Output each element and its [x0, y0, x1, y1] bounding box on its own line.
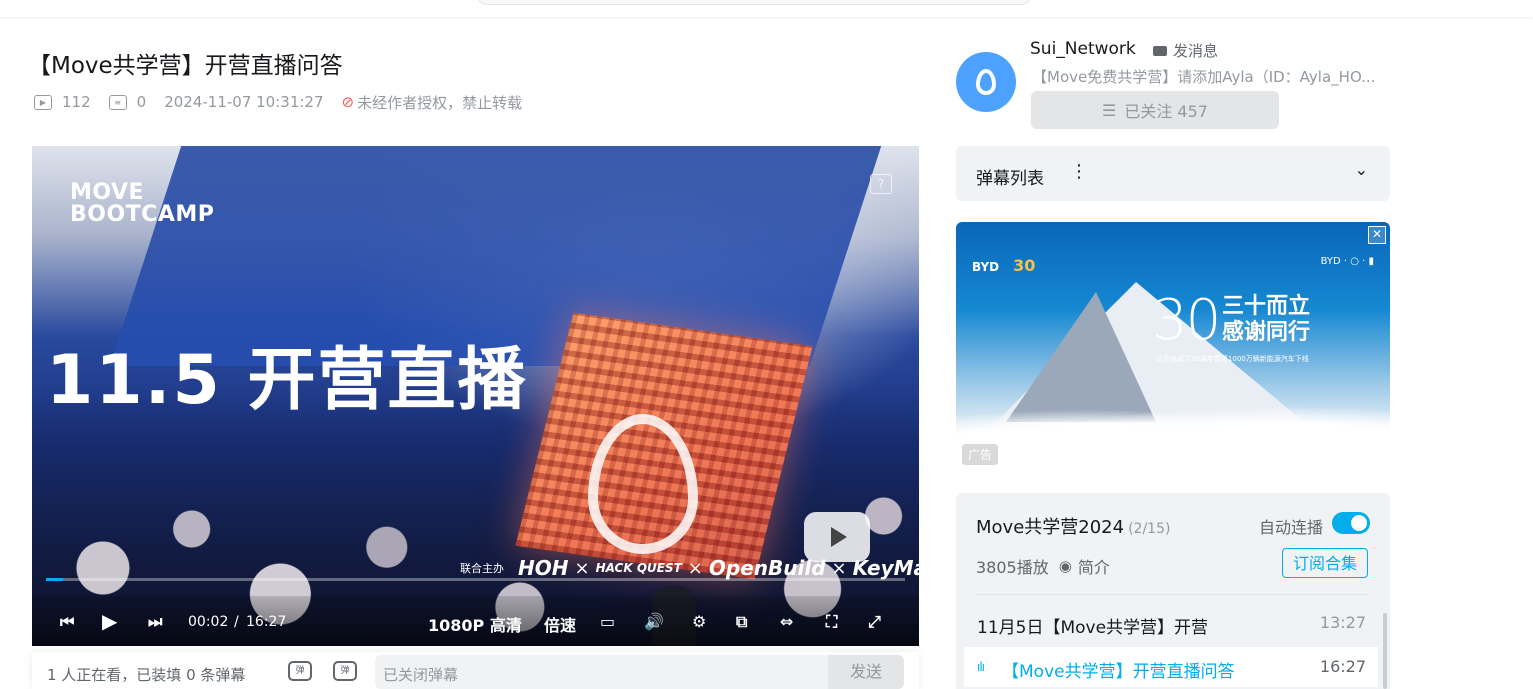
uploader-description: 【Move免费共学营】请添加Ayla（ID：Ayla_HO...: [1032, 68, 1376, 86]
uploader-avatar[interactable]: [956, 52, 1016, 112]
forbidden-icon: ⊘: [341, 93, 355, 111]
autoplay-label: 自动连播: [1259, 518, 1324, 537]
danmaku-list-panel[interactable]: 弹幕列表 ⋮ ⌄: [956, 146, 1390, 201]
next-icon[interactable]: ⏭: [148, 612, 162, 632]
search-bar[interactable]: [478, 0, 1030, 5]
video-headline: 11.5 开营直播: [46, 341, 528, 420]
speed-button[interactable]: 倍速: [544, 612, 576, 636]
ad-partner-logos: BYD · ○ · ▮: [1320, 256, 1374, 267]
pip-icon[interactable]: ⧉: [736, 612, 747, 632]
menu-lines-icon: ☰: [1102, 100, 1117, 120]
progress-fill: [46, 578, 64, 581]
playlist-scrollbar[interactable]: [1383, 613, 1387, 689]
time-current: 00:02: [188, 614, 229, 630]
sui-drop-icon: [976, 69, 996, 95]
quality-button[interactable]: 1080P 高清: [428, 612, 522, 636]
volume-icon[interactable]: 🔊: [644, 612, 664, 631]
player-controls: ⏮ ▶ ⏭ 00:02 / 16:27 1080P 高清 倍速 ▭ 🔊 ⚙ ⧉ …: [32, 596, 919, 646]
play-button[interactable]: ▶: [102, 609, 117, 633]
collection-panel: Move共学营2024 (2/15) 自动连播 3805播放 ◉ 简介 订阅合集 …: [956, 493, 1390, 689]
video-player[interactable]: MOVE BOOTCAMP 11.5 开营直播 ? 联合主办 HOH × HAC…: [32, 146, 919, 646]
play-count-icon: ▶: [34, 94, 52, 110]
now-playing-icon: ılı: [977, 660, 985, 674]
danmaku-count: 0: [136, 93, 147, 111]
uploader-name[interactable]: Sui_Network: [1030, 39, 1136, 59]
collection-title[interactable]: Move共学营2024 (2/15): [976, 513, 1170, 539]
top-nav-bar: [0, 0, 1533, 17]
bilibili-tv-icon: [804, 512, 870, 562]
more-vertical-icon[interactable]: ⋮: [1070, 161, 1088, 182]
danmaku-send-bar: 1 人正在看，已装填 0 条弹幕 弹 弹 已关闭弹幕 发送: [32, 652, 919, 689]
publish-datetime: 2024-11-07 10:31:27: [164, 93, 324, 111]
copyright-notice: 未经作者授权，禁止转载: [357, 93, 523, 112]
ad-tagline: 三十而立 感谢同行: [1222, 294, 1311, 345]
settings-icon[interactable]: ⚙: [692, 612, 706, 631]
subtitle-icon[interactable]: ▭: [600, 612, 615, 631]
webfullscreen-icon[interactable]: ⛶: [826, 612, 837, 632]
widescreen-icon[interactable]: ⇔: [780, 612, 793, 631]
ad-big-number: 30: [1152, 288, 1221, 353]
collection-plays: 3805播放: [976, 558, 1049, 577]
collection-position: (2/15): [1128, 521, 1171, 537]
video-title: 【Move共学营】开营直播问答: [28, 53, 343, 79]
autoplay-toggle[interactable]: [1332, 512, 1370, 534]
envelope-icon: [1153, 45, 1167, 56]
video-meta: ▶ 112 ≡ 0 2024-11-07 10:31:27 ⊘ 未经作者授权，禁…: [34, 92, 522, 112]
progress-bar[interactable]: [46, 578, 905, 581]
danmaku-settings-icon[interactable]: 弹: [333, 661, 357, 681]
intro-link[interactable]: 简介: [1078, 554, 1110, 578]
chevron-down-icon[interactable]: ⌄: [1355, 160, 1368, 179]
time-total: 16:27: [246, 614, 287, 630]
ad-banner[interactable]: BYD 30 BYD · ○ · ▮ ✕ 30 三十而立 感谢同行 比亚迪成立30…: [956, 222, 1390, 471]
send-message-link[interactable]: 发消息: [1153, 40, 1218, 61]
ad-subtext: 比亚迪成立30周年暨第1000万辆新能源汽车下线: [1156, 355, 1309, 363]
sponsor-hackquest: HACK QUEST: [595, 561, 682, 575]
sponsor-label: 联合主办: [460, 562, 504, 575]
move-bootcamp-logo: MOVE BOOTCAMP: [70, 180, 215, 227]
eye-icon: ◉: [1058, 557, 1072, 575]
play-count: 112: [62, 93, 91, 111]
viewer-count: 1 人正在看，已装填 0 条弹幕: [47, 666, 246, 684]
episode-item[interactable]: 11月5日【Move共学营】开营 13:27: [964, 603, 1378, 643]
send-button[interactable]: 发送: [828, 655, 904, 689]
sponsor-hoh: HOH: [518, 556, 569, 580]
danmaku-count-icon: ≡: [108, 94, 127, 110]
ad-close-icon[interactable]: ✕: [1368, 226, 1386, 244]
subscribe-collection-button[interactable]: 订阅合集: [1282, 548, 1368, 578]
danmaku-toggle-icon[interactable]: 弹: [288, 661, 312, 681]
collection-stats: 3805播放 ◉ 简介: [976, 554, 1110, 578]
prev-icon[interactable]: ⏮: [60, 612, 74, 632]
ad-tag: 广告: [962, 444, 999, 465]
danmaku-input[interactable]: 已关闭弹幕: [375, 655, 830, 689]
fullscreen-icon[interactable]: ⤢: [868, 612, 881, 632]
help-icon[interactable]: ?: [870, 174, 892, 194]
byd-logo: BYD 30: [972, 256, 1036, 275]
danmaku-list-label: 弹幕列表: [976, 169, 1044, 189]
followed-button[interactable]: ☰ 已关注 457: [1031, 91, 1279, 129]
episode-item-active[interactable]: ılı 【Move共学营】开营直播问答 16:27: [964, 647, 1378, 687]
